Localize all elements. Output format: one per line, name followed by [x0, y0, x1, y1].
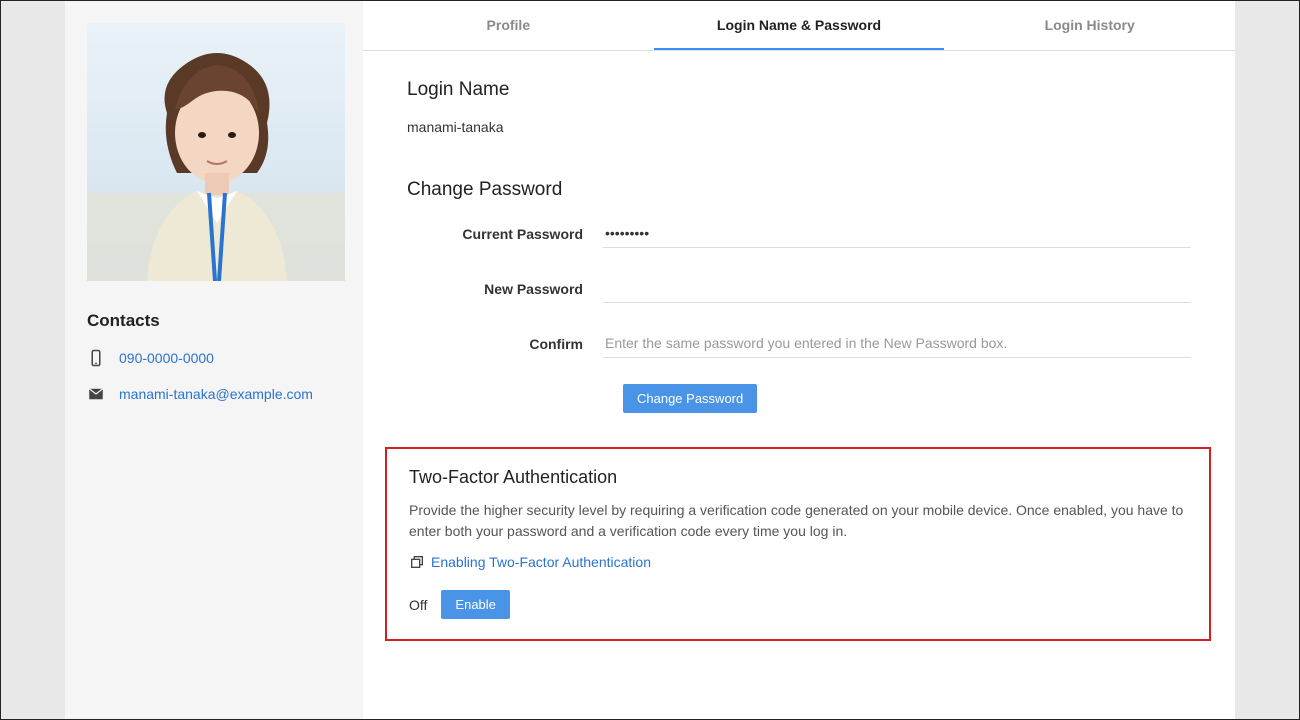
- sidebar: Contacts 090-0000-0000 manami-tanaka@exa…: [65, 1, 363, 719]
- confirm-password-label: Confirm: [407, 336, 603, 352]
- contact-email-row: manami-tanaka@example.com: [87, 385, 341, 403]
- tab-profile[interactable]: Profile: [363, 1, 654, 50]
- current-password-label: Current Password: [407, 226, 603, 242]
- change-password-button[interactable]: Change Password: [623, 384, 757, 413]
- change-password-heading: Change Password: [407, 179, 1191, 201]
- two-factor-help-link[interactable]: Enabling Two-Factor Authentication: [431, 554, 651, 570]
- avatar: [87, 23, 345, 281]
- contact-email-link[interactable]: manami-tanaka@example.com: [119, 386, 313, 402]
- login-name-value: manami-tanaka: [407, 119, 1191, 135]
- confirm-password-row: Confirm: [407, 329, 1191, 358]
- contact-phone-row: 090-0000-0000: [87, 349, 341, 367]
- window-frame: Contacts 090-0000-0000 manami-tanaka@exa…: [0, 0, 1300, 720]
- phone-icon: [87, 349, 105, 367]
- confirm-password-input[interactable]: [603, 329, 1191, 358]
- two-factor-heading: Two-Factor Authentication: [409, 467, 1187, 488]
- contacts-heading: Contacts: [87, 311, 341, 331]
- current-password-input[interactable]: [603, 219, 1191, 248]
- new-password-row: New Password: [407, 274, 1191, 303]
- current-password-row: Current Password: [407, 219, 1191, 248]
- tab-content: Login Name manami-tanaka Change Password…: [363, 51, 1235, 669]
- new-password-label: New Password: [407, 281, 603, 297]
- two-factor-section: Two-Factor Authentication Provide the hi…: [385, 447, 1211, 641]
- tab-login-history[interactable]: Login History: [944, 1, 1235, 50]
- new-password-input[interactable]: [603, 274, 1191, 303]
- external-link-icon: [409, 554, 425, 570]
- enable-two-factor-button[interactable]: Enable: [441, 590, 509, 619]
- tabs: Profile Login Name & Password Login Hist…: [363, 1, 1235, 51]
- content-container: Contacts 090-0000-0000 manami-tanaka@exa…: [65, 1, 1235, 719]
- tab-login-password[interactable]: Login Name & Password: [654, 1, 945, 50]
- login-name-heading: Login Name: [407, 79, 1191, 101]
- two-factor-link-row: Enabling Two-Factor Authentication: [409, 554, 1187, 570]
- contact-phone-link[interactable]: 090-0000-0000: [119, 350, 214, 366]
- two-factor-status-row: Off Enable: [409, 590, 1187, 619]
- main-panel: Profile Login Name & Password Login Hist…: [363, 1, 1235, 719]
- two-factor-description: Provide the higher security level by req…: [409, 500, 1187, 542]
- two-factor-status: Off: [409, 597, 427, 613]
- mail-icon: [87, 385, 105, 403]
